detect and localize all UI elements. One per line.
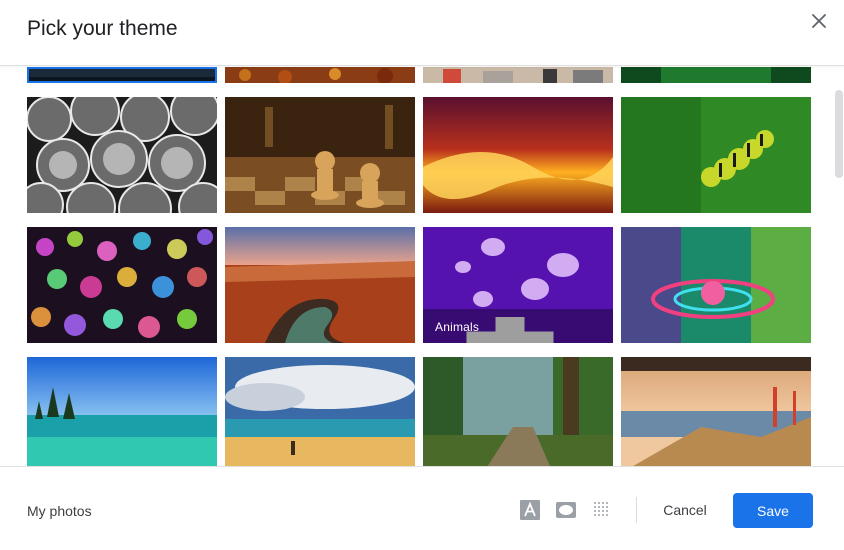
close-button[interactable]	[806, 8, 832, 34]
theme-grid: Animals	[0, 67, 844, 466]
text-color-icon[interactable]	[520, 500, 540, 520]
theme-thumbnail-city-street[interactable]	[423, 67, 613, 83]
theme-thumbnail-forest[interactable]	[423, 357, 613, 466]
theme-thumbnail-jellyfish[interactable]: Animals	[423, 227, 613, 343]
dialog-header: Pick your theme	[0, 0, 844, 66]
theme-thumbnail-water-drop[interactable]	[621, 227, 811, 343]
theme-thumbnail-golden-gate[interactable]	[621, 357, 811, 466]
theme-thumbnail-chess[interactable]	[225, 97, 415, 213]
theme-thumbnail-beach[interactable]	[225, 357, 415, 466]
theme-thumbnail-red-canyon[interactable]	[225, 227, 415, 343]
save-button[interactable]: Save	[733, 493, 813, 528]
my-photos-link[interactable]: My photos	[27, 503, 92, 519]
theme-thumbnail-caterpillar[interactable]	[621, 97, 811, 213]
dialog-footer: My photos Cancel Save	[0, 466, 844, 550]
footer-divider	[636, 497, 637, 523]
theme-thumbnail-metal-pipes[interactable]	[27, 97, 217, 213]
theme-label-overlay: Animals	[423, 309, 613, 343]
theme-thumbnail-dark-blue[interactable]	[27, 67, 217, 83]
readable-background-icon[interactable]	[556, 500, 576, 520]
theme-thumbnail-lake-tahoe[interactable]	[27, 357, 217, 466]
theme-thumbnail-canyon-glow[interactable]	[423, 97, 613, 213]
dialog-title: Pick your theme	[27, 17, 178, 40]
theme-thumbnail-bokeh-lights[interactable]	[27, 227, 217, 343]
theme-thumbnail-green-grass[interactable]	[621, 67, 811, 83]
cancel-button[interactable]: Cancel	[651, 493, 719, 527]
theme-picker-dialog: Pick your theme Animals My photos Cancel…	[0, 0, 844, 550]
vignette-icon[interactable]	[592, 500, 612, 520]
theme-thumbnail-autumn-leaves[interactable]	[225, 67, 415, 83]
scrollbar-thumb[interactable]	[835, 90, 843, 178]
close-icon	[812, 14, 826, 28]
trash-icon[interactable]	[423, 317, 605, 343]
